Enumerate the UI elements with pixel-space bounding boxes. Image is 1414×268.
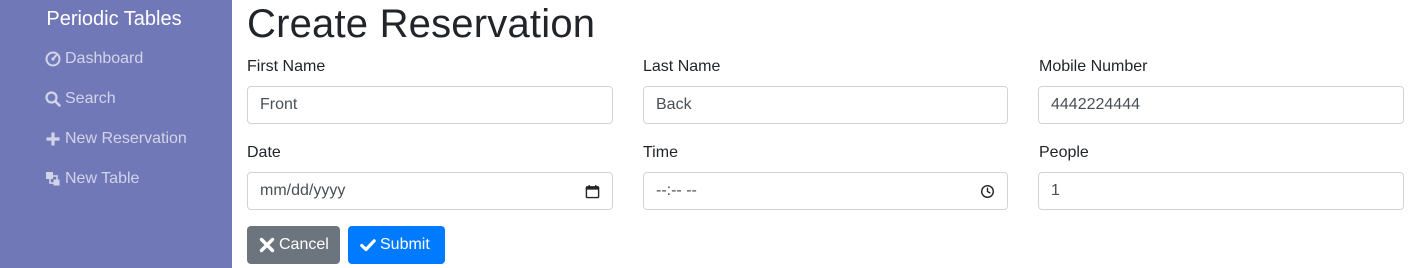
sidebar-item-new-table[interactable]: New Table: [44, 167, 139, 191]
last-name-value: Back: [656, 96, 692, 113]
people-input[interactable]: 1: [1038, 172, 1404, 210]
people-label: People: [1039, 144, 1089, 161]
main-content: Create Reservation First Name Last Name …: [232, 0, 1414, 268]
layers-icon: [44, 170, 62, 188]
mobile-number-label: Mobile Number: [1039, 58, 1148, 75]
check-icon: [360, 237, 376, 253]
sidebar-item-label: Search: [65, 90, 116, 107]
date-value: mm/dd/yyyy: [260, 182, 346, 199]
people-value: 1: [1051, 182, 1060, 199]
last-name-input[interactable]: Back: [643, 86, 1008, 124]
mobile-number-input[interactable]: 4442224444: [1038, 86, 1404, 124]
sidebar-item-dashboard[interactable]: Dashboard: [44, 47, 143, 71]
sidebar-item-label: Dashboard: [65, 50, 144, 67]
brand-title: Periodic Tables: [46, 8, 182, 30]
clock-icon[interactable]: [979, 183, 995, 199]
sidebar-item-label: New Table: [65, 170, 140, 187]
sidebar-item-search[interactable]: Search: [44, 87, 116, 111]
last-name-label: Last Name: [643, 58, 721, 75]
time-label: Time: [643, 144, 678, 161]
first-name-value: Front: [260, 96, 298, 113]
search-icon: [44, 90, 62, 108]
page-title: Create Reservation: [247, 2, 596, 46]
calendar-icon[interactable]: [584, 183, 600, 199]
time-input[interactable]: --:-- --: [643, 172, 1008, 210]
mobile-number-value: 4442224444: [1051, 96, 1140, 113]
date-label: Date: [247, 144, 281, 161]
first-name-input[interactable]: Front: [247, 86, 613, 124]
sidebar: Periodic Tables Dashboard Search New Res…: [0, 0, 232, 268]
first-name-label: First Name: [247, 58, 326, 75]
dashboard-icon: [44, 50, 62, 68]
plus-icon: [44, 130, 62, 148]
submit-label: Submit: [380, 236, 430, 253]
date-input[interactable]: mm/dd/yyyy: [247, 172, 613, 210]
cancel-label: Cancel: [279, 236, 329, 253]
cancel-button[interactable]: Cancel: [247, 226, 340, 264]
sidebar-item-label: New Reservation: [65, 130, 187, 147]
close-icon: [259, 237, 275, 253]
submit-button[interactable]: Submit: [348, 226, 445, 264]
time-value: --:-- --: [656, 182, 697, 199]
sidebar-item-new-reservation[interactable]: New Reservation: [44, 127, 187, 151]
